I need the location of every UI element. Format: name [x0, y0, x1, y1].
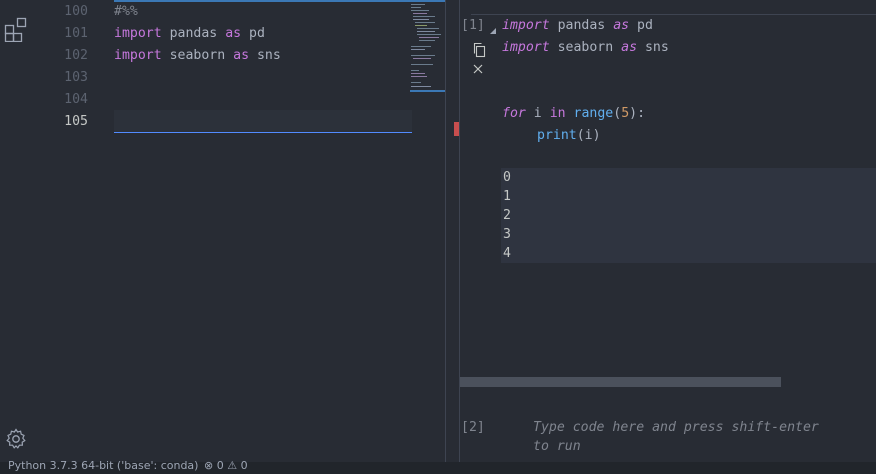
module-name: pandas	[557, 18, 606, 33]
alias-name: pd	[637, 18, 653, 33]
function-name: print	[537, 128, 577, 143]
code-line[interactable]: import seaborn as sns	[114, 48, 281, 63]
keyword: import	[502, 18, 550, 33]
output-line: 3	[503, 227, 511, 242]
input-placeholder-line2[interactable]: to run	[533, 439, 581, 454]
keyword: as	[613, 18, 630, 33]
cell-code-line[interactable]: for i in range(5):	[502, 106, 645, 121]
previous-cell	[471, 0, 876, 15]
keyword: import	[114, 26, 162, 41]
module-name: seaborn	[557, 40, 614, 55]
line-number: 105	[64, 114, 88, 129]
gear-icon[interactable]	[4, 427, 28, 451]
keyword: for	[502, 106, 526, 121]
alias-name: pd	[249, 26, 265, 41]
code-editor[interactable]: 100 #%% 101 import pandas as pd 102 impo…	[34, 0, 446, 462]
output-line: 1	[503, 189, 511, 204]
line-number: 100	[64, 4, 88, 19]
activity-bar	[0, 0, 34, 462]
code-line[interactable]: #%%	[114, 4, 138, 19]
copy-icon[interactable]	[471, 42, 487, 58]
python-interpreter[interactable]: Python 3.7.3 64-bit ('base': conda)	[8, 459, 198, 472]
error-marker	[454, 122, 459, 136]
cell-separator-line	[114, 0, 412, 2]
status-bar: Python 3.7.3 64-bit ('base': conda) ⊗ 0 …	[0, 459, 876, 474]
cell-prompt: [1]	[461, 18, 485, 33]
keyword: import	[114, 48, 162, 63]
code-line[interactable]: import pandas as pd	[114, 26, 265, 41]
keyword: as	[621, 40, 638, 55]
cell-code-line[interactable]: import seaborn as sns	[502, 40, 669, 55]
problems-indicator[interactable]: ⊗ 0 ⚠ 0	[204, 459, 248, 472]
module-name: seaborn	[169, 48, 226, 63]
input-placeholder-line1[interactable]: Type code here and press shift-enter	[533, 420, 819, 435]
line-number: 101	[64, 26, 88, 41]
module-name: pandas	[169, 26, 218, 41]
keyword: as	[225, 26, 242, 41]
alias-name: sns	[256, 48, 281, 63]
horizontal-scrollbar[interactable]	[460, 377, 781, 387]
keyword: in	[549, 106, 566, 121]
variable: i	[533, 106, 542, 121]
keyword: as	[233, 48, 250, 63]
minimap[interactable]	[410, 0, 446, 92]
cell-code-line[interactable]: import pandas as pd	[502, 18, 653, 33]
keyword: import	[502, 40, 550, 55]
output-line: 2	[503, 208, 511, 223]
line-number: 102	[64, 48, 88, 63]
line-number: 104	[64, 92, 88, 107]
line-number: 103	[64, 70, 88, 85]
interactive-window: [1] import pandas as pd import seaborn a…	[446, 0, 876, 462]
function-name: range	[573, 106, 614, 121]
collapse-icon[interactable]	[489, 27, 497, 35]
output-line: 0	[503, 170, 511, 185]
current-line-highlight	[114, 110, 412, 133]
cell-output	[501, 168, 876, 263]
cell-code-line[interactable]: print(i)	[537, 128, 601, 143]
number-literal: 5	[621, 106, 630, 121]
alias-name: sns	[644, 40, 669, 55]
extensions-icon[interactable]	[4, 16, 28, 42]
output-line: 4	[503, 246, 511, 261]
cell-gutter	[459, 0, 460, 462]
input-prompt: [2]	[461, 420, 485, 435]
close-icon[interactable]	[472, 63, 484, 75]
